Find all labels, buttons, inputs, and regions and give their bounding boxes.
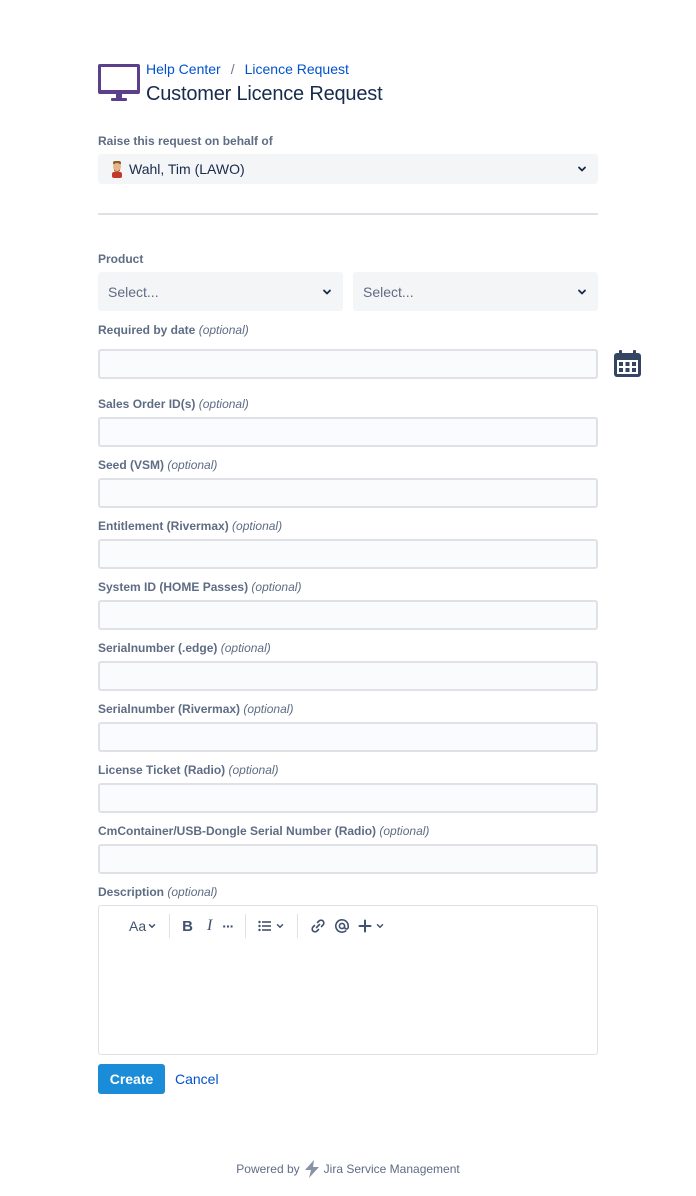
list-button[interactable] — [254, 914, 289, 938]
editor-toolbar: Aa B I ··· — [99, 906, 389, 946]
cancel-link[interactable]: Cancel — [175, 1070, 219, 1088]
optional-tag: (optional) — [228, 763, 279, 777]
text-style-label: Aa — [129, 918, 147, 934]
required-by-date-input[interactable] — [98, 349, 598, 379]
page-header: Help Center / Licence Request Customer L… — [98, 58, 598, 108]
link-button[interactable] — [306, 914, 330, 938]
chevron-down-icon — [277, 924, 284, 928]
optional-tag: (optional) — [243, 702, 294, 716]
create-button[interactable]: Create — [98, 1064, 165, 1094]
more-formatting-button[interactable]: ··· — [218, 914, 237, 938]
optional-tag: (optional) — [198, 323, 249, 337]
system-id-input[interactable] — [98, 600, 598, 630]
cmcontainer-input[interactable] — [98, 844, 598, 874]
breadcrumb-separator: / — [230, 61, 235, 77]
serial-rivermax-label: Serialnumber (Rivermax) (optional) — [98, 701, 293, 717]
cmcontainer-label-text: CmContainer/USB-Dongle Serial Number (Ra… — [98, 824, 377, 838]
serial-rivermax-label-text: Serialnumber (Rivermax) — [98, 702, 241, 716]
serial-edge-label: Serialnumber (.edge) (optional) — [98, 640, 271, 656]
product-select-2-placeholder: Select... — [363, 284, 414, 300]
chevron-down-icon — [578, 166, 586, 172]
bullet-list-icon — [258, 920, 272, 932]
bold-button[interactable]: B — [178, 914, 197, 938]
user-avatar-icon — [112, 161, 122, 178]
behalf-label: Raise this request on behalf of — [98, 134, 273, 148]
jsm-product-name: Jira Service Management — [323, 1162, 460, 1176]
insert-button[interactable] — [354, 914, 389, 938]
sales-order-input[interactable] — [98, 417, 598, 447]
sales-order-label: Sales Order ID(s) (optional) — [98, 396, 249, 412]
link-icon — [311, 919, 325, 933]
serial-edge-label-text: Serialnumber (.edge) — [98, 641, 218, 655]
seed-label-text: Seed (VSM) — [98, 458, 165, 472]
calendar-icon[interactable] — [613, 350, 642, 378]
behalf-value: Wahl, Tim (LAWO) — [129, 161, 245, 177]
optional-tag: (optional) — [167, 458, 218, 472]
license-ticket-label-text: License Ticket (Radio) — [98, 763, 226, 777]
required-by-date-label: Required by date (optional) — [98, 322, 249, 338]
seed-label: Seed (VSM) (optional) — [98, 457, 217, 473]
description-label: Description (optional) — [98, 884, 217, 900]
optional-tag: (optional) — [379, 824, 430, 838]
breadcrumb-licence-request-link[interactable]: Licence Request — [245, 60, 349, 78]
toolbar-separator — [169, 914, 171, 938]
seed-input[interactable] — [98, 478, 598, 508]
chevron-down-icon — [323, 289, 331, 294]
system-id-label: System ID (HOME Passes) (optional) — [98, 579, 301, 595]
chevron-down-icon — [148, 924, 156, 928]
entitlement-input[interactable] — [98, 539, 598, 569]
optional-tag: (optional) — [251, 580, 302, 594]
optional-tag: (optional) — [167, 885, 218, 899]
entitlement-label: Entitlement (Rivermax) (optional) — [98, 518, 282, 534]
jira-lightning-icon — [304, 1160, 319, 1178]
footer: Powered by Jira Service Management — [0, 1160, 696, 1178]
chevron-down-icon — [578, 289, 586, 294]
page-title: Customer Licence Request — [146, 83, 383, 105]
product-select-1-placeholder: Select... — [108, 284, 159, 300]
monitor-logo-icon — [98, 64, 140, 101]
required-by-date-label-text: Required by date — [98, 323, 196, 337]
text-style-button[interactable]: Aa — [125, 914, 161, 938]
chevron-down-icon — [377, 924, 384, 928]
at-mention-icon — [335, 919, 350, 933]
optional-tag: (optional) — [220, 641, 271, 655]
serial-rivermax-input[interactable] — [98, 722, 598, 752]
system-id-label-text: System ID (HOME Passes) — [98, 580, 249, 594]
optional-tag: (optional) — [232, 519, 283, 533]
mention-button[interactable] — [330, 914, 354, 938]
product-select-1[interactable]: Select... — [98, 272, 343, 311]
powered-by-text: Powered by — [236, 1162, 300, 1176]
cmcontainer-label: CmContainer/USB-Dongle Serial Number (Ra… — [98, 823, 429, 839]
product-label: Product — [98, 252, 144, 266]
toolbar-separator — [297, 914, 299, 938]
product-select-2[interactable]: Select... — [353, 272, 598, 311]
breadcrumb-help-center-link[interactable]: Help Center — [146, 60, 221, 78]
breadcrumb: Help Center / Licence Request — [146, 60, 349, 78]
plus-icon — [358, 919, 372, 933]
license-ticket-input[interactable] — [98, 783, 598, 813]
behalf-select[interactable]: Wahl, Tim (LAWO) — [98, 154, 598, 184]
sales-order-label-text: Sales Order ID(s) — [98, 397, 196, 411]
serial-edge-input[interactable] — [98, 661, 598, 691]
description-label-text: Description — [98, 885, 165, 899]
optional-tag: (optional) — [198, 397, 249, 411]
description-editor[interactable]: Aa B I ··· — [98, 905, 598, 1055]
entitlement-label-text: Entitlement (Rivermax) — [98, 519, 229, 533]
license-ticket-label: License Ticket (Radio) (optional) — [98, 762, 279, 778]
toolbar-separator — [245, 914, 247, 938]
section-divider — [98, 213, 598, 215]
italic-button[interactable]: I — [203, 914, 216, 938]
